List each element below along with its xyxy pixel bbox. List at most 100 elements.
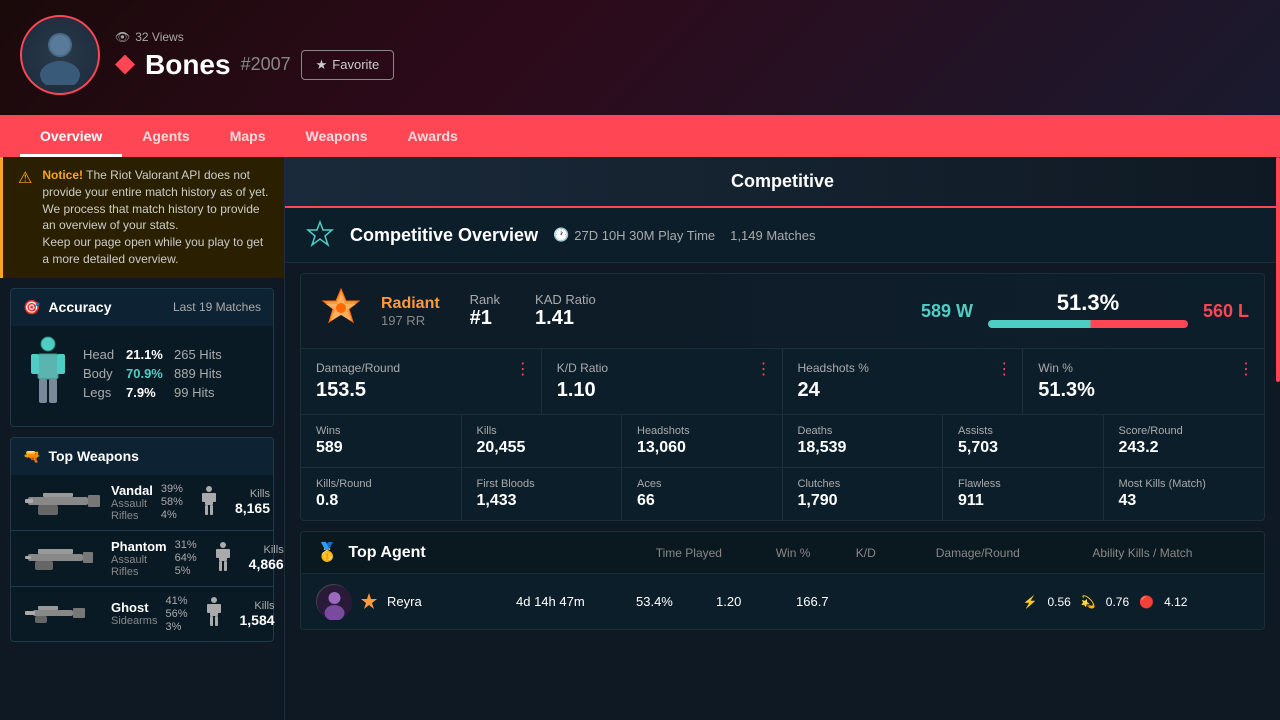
phantom-head-pct: 31%	[175, 539, 197, 551]
head-pct: 21.1%	[126, 347, 166, 362]
play-time: 🕐 27D 10H 30M Play Time	[553, 227, 715, 243]
body-row: Body 70.9% 889 Hits	[83, 366, 261, 381]
kad-info: KAD Ratio 1.41	[535, 292, 596, 330]
phantom-name: Phantom	[111, 539, 167, 554]
last-first-bloods-value: 1,433	[477, 492, 607, 510]
last-kills-round-value: 0.8	[316, 492, 446, 510]
phantom-kills: Kills 4,866	[249, 544, 284, 572]
agent-column-headers: Time Played Win % K/D Damage/Round Abili…	[456, 546, 1249, 560]
agent-row-reyna: Reyra 4d 14h 47m 53.4% 1.20 166.7 ⚡ 0.56…	[301, 574, 1264, 629]
top-agent-section: 🥇 Top Agent Time Played Win % K/D Damage…	[300, 531, 1265, 630]
lower-score-label: Score/Round	[1119, 425, 1250, 437]
weapon-vandal[interactable]: Vandal Assault Rifles 39% 58% 4% K	[10, 475, 274, 531]
ghost-legs-pct: 3%	[165, 621, 187, 633]
last-first-bloods: First Bloods 1,433	[462, 468, 623, 520]
stat-headshots-label: Headshots %	[798, 361, 1008, 375]
rank-rr: 197 RR	[381, 313, 440, 328]
hashtag: #2007	[241, 54, 291, 75]
hit-stats: Head 21.1% 265 Hits Body 70.9% 889 Hits …	[83, 347, 261, 404]
kad-value: 1.41	[535, 307, 596, 330]
stat-damage-value: 153.5	[316, 379, 526, 402]
ability3-value: 4.12	[1164, 595, 1187, 609]
agent-time: 4d 14h 47m	[516, 594, 636, 609]
target-icon: 🎯	[23, 299, 40, 316]
nav-awards[interactable]: Awards	[388, 115, 478, 157]
stat-kd-menu[interactable]: ⋮	[756, 359, 772, 379]
agent-title: Top Agent	[348, 544, 425, 562]
legs-label: Legs	[83, 385, 118, 400]
legs-row: Legs 7.9% 99 Hits	[83, 385, 261, 400]
ghost-kills-value: 1,584	[240, 612, 275, 628]
ghost-head-pct: 41%	[165, 595, 187, 607]
rank-number: #1	[470, 307, 500, 330]
accuracy-title: Accuracy	[48, 299, 111, 315]
stat-win-menu[interactable]: ⋮	[1238, 359, 1254, 379]
vandal-kills: Kills 8,165	[235, 488, 270, 516]
last-most-kills-value: 43	[1119, 492, 1250, 510]
vandal-kills-label: Kills	[235, 488, 270, 500]
stat-damage-menu[interactable]: ⋮	[515, 359, 531, 379]
accuracy-box: 🎯 Accuracy Last 19 Matches	[10, 288, 274, 427]
ghost-type: Sidearms	[111, 615, 157, 627]
last-clutches-value: 1,790	[798, 492, 928, 510]
weapon-phantom[interactable]: Phantom Assault Rifles 31% 64% 5%	[10, 531, 274, 587]
col-time-played: Time Played	[656, 546, 776, 560]
ability2-value: 0.76	[1106, 595, 1129, 609]
nav-agents[interactable]: Agents	[122, 115, 209, 157]
last-aces-value: 66	[637, 492, 767, 510]
weapon-ghost[interactable]: Ghost Sidearms 41% 56% 3% Kills	[10, 587, 274, 642]
nav-overview[interactable]: Overview	[20, 115, 122, 157]
scrollbar-thumb[interactable]	[1276, 157, 1280, 382]
last-first-bloods-label: First Bloods	[477, 478, 607, 490]
overview-header: Competitive Overview 🕐 27D 10H 30M Play …	[285, 208, 1280, 263]
rank-row: Radiant 197 RR Rank #1 KAD Ratio 1.41 58…	[301, 274, 1264, 348]
agent-name-cell: Reyra	[316, 584, 516, 619]
header-background: 👁 32 Views Bones #2007 ★ Favorite	[0, 0, 1280, 115]
legs-pct: 7.9%	[126, 385, 166, 400]
ghost-body-icon	[204, 596, 224, 631]
lower-score-round: Score/Round 243.2	[1104, 415, 1265, 467]
username-row: Bones #2007 ★ Favorite	[115, 49, 394, 81]
views-count: 32 Views	[135, 30, 183, 44]
vandal-name: Vandal	[111, 483, 153, 498]
stat-headshots-menu[interactable]: ⋮	[996, 359, 1012, 379]
last-flawless-label: Flawless	[958, 478, 1088, 490]
wins-count: 589 W	[921, 301, 973, 322]
losses-count: 560 L	[1203, 301, 1249, 322]
col-damage: Damage/Round	[936, 546, 1093, 560]
overview-icon	[305, 220, 335, 250]
notice-bar: ⚠ Notice! The Riot Valorant API does not…	[0, 157, 284, 278]
lower-deaths-label: Deaths	[798, 425, 928, 437]
nav-maps[interactable]: Maps	[210, 115, 286, 157]
phantom-legs-pct: 5%	[175, 565, 197, 577]
lower-kills: Kills 20,455	[462, 415, 623, 467]
last-aces: Aces 66	[622, 468, 783, 520]
phantom-kills-label: Kills	[249, 544, 284, 556]
agent-win-pct: 53.4%	[636, 594, 716, 609]
ghost-kills-label: Kills	[240, 600, 275, 612]
col-ability: Ability Kills / Match	[1092, 546, 1249, 560]
last-most-kills-label: Most Kills (Match)	[1119, 478, 1250, 490]
ability2-icon: 💫	[1081, 595, 1096, 609]
vandal-legs-pct: 4%	[161, 509, 183, 521]
views-row: 👁 32 Views	[115, 30, 394, 44]
last-kills-round: Kills/Round 0.8	[301, 468, 462, 520]
eye-icon: 👁	[115, 30, 130, 44]
last-clutches-label: Clutches	[798, 478, 928, 490]
stat-headshots: Headshots % 24 ⋮	[783, 349, 1024, 414]
overview-title: Competitive Overview	[350, 225, 538, 246]
matches-count: 1,149 Matches	[730, 228, 815, 243]
ghost-body-pct: 56%	[165, 608, 187, 620]
body-silhouette	[23, 336, 73, 416]
favorite-button[interactable]: ★ Favorite	[301, 50, 395, 80]
agent-name: Reyra	[387, 594, 422, 609]
col-win-pct: Win %	[776, 546, 856, 560]
nav-weapons[interactable]: Weapons	[286, 115, 388, 157]
stat-kd-label: K/D Ratio	[557, 361, 767, 375]
vandal-head-pct: 39%	[161, 483, 183, 495]
lower-headshots-value: 13,060	[637, 439, 767, 457]
ghost-hit-stats: 41% 56% 3%	[165, 595, 187, 633]
lower-kills-value: 20,455	[477, 439, 607, 457]
lower-wins-label: Wins	[316, 425, 446, 437]
stats-grid: Damage/Round 153.5 ⋮ K/D Ratio 1.10 ⋮ He…	[301, 348, 1264, 414]
